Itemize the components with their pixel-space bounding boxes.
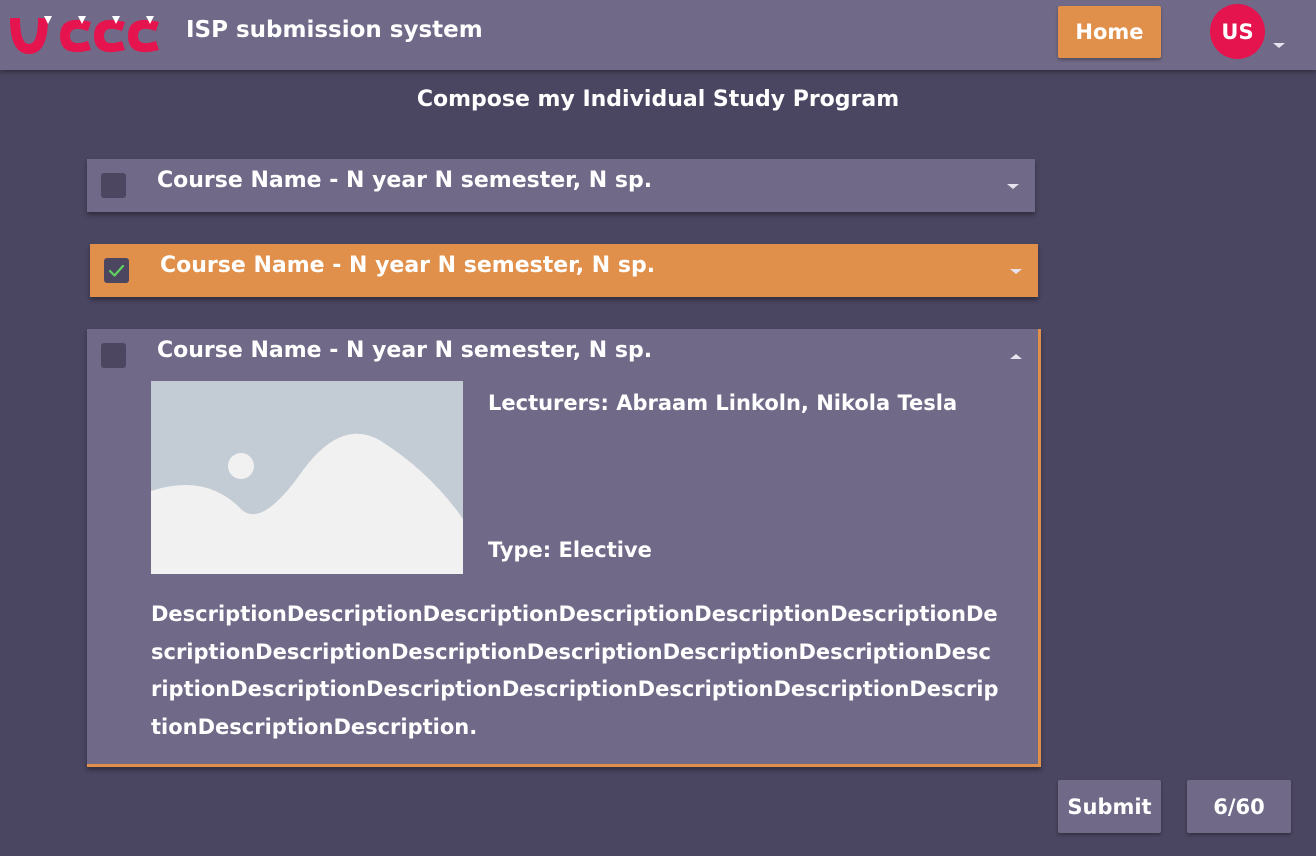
app-title: ISP submission system (186, 17, 483, 43)
chevron-down-icon[interactable] (1010, 269, 1022, 274)
course-lecturers: Lecturers: Abraam Linkoln, Nikola Tesla (488, 391, 958, 415)
course-title: Course Name - N year N semester, N sp. (160, 253, 656, 278)
page-title: Compose my Individual Study Program (416, 87, 900, 112)
course-title: Course Name - N year N semester, N sp. (157, 338, 653, 363)
credits-counter: 6/60 (1187, 780, 1291, 833)
check-icon (108, 264, 125, 277)
course-item-expanded[interactable]: Course Name - N year N semester, N sp. L… (87, 329, 1041, 767)
course-checkbox[interactable] (101, 173, 126, 198)
user-avatar[interactable]: US (1210, 4, 1265, 59)
top-bar: ISP submission system Home US (0, 0, 1316, 70)
course-item[interactable]: Course Name - N year N semester, N sp. (90, 244, 1038, 297)
image-placeholder-icon (151, 381, 463, 574)
home-button[interactable]: Home (1058, 6, 1161, 58)
chevron-up-icon[interactable] (1010, 354, 1022, 359)
chevron-down-icon[interactable] (1273, 43, 1285, 48)
submit-button[interactable]: Submit (1058, 780, 1161, 833)
course-type: Type: Elective (488, 538, 652, 562)
course-item[interactable]: Course Name - N year N semester, N sp. (87, 159, 1035, 212)
ucll-logo[interactable] (8, 10, 170, 60)
course-checkbox[interactable] (101, 343, 126, 368)
chevron-down-icon[interactable] (1007, 184, 1019, 189)
course-description: DescriptionDescriptionDescriptionDescrip… (151, 602, 999, 739)
course-title: Course Name - N year N semester, N sp. (157, 168, 653, 193)
course-checkbox[interactable] (104, 258, 129, 283)
